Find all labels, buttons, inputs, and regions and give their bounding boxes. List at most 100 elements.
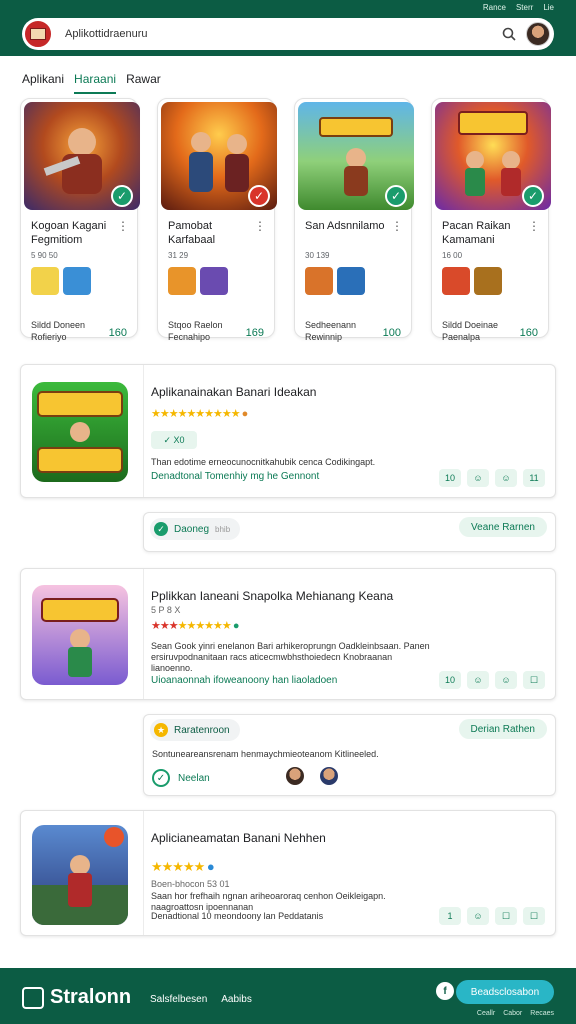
top-link[interactable]: Sterr xyxy=(516,3,533,12)
divider xyxy=(143,811,144,935)
avatar[interactable] xyxy=(320,767,338,785)
action-group: 1 ☺ ☐ ☐ xyxy=(439,907,545,925)
mini-thumbnail xyxy=(305,267,333,295)
action-button[interactable]: ☐ xyxy=(523,671,545,689)
listing-link[interactable]: Uioanaonnah ifoweanoony han liaoladoen xyxy=(151,675,337,686)
verified-icon: ✓ xyxy=(522,185,544,207)
action-pill[interactable]: Derian Rathen xyxy=(458,719,547,739)
rating-stars: ★★★★★★★★★ ● xyxy=(151,620,239,632)
action-button[interactable]: ☺ xyxy=(495,671,517,689)
mini-thumbnail xyxy=(31,267,59,295)
listing-body: Saan hor frefhaih ngnan ariheoaroraq cen… xyxy=(151,891,386,912)
footer-brand[interactable]: Stralonn xyxy=(22,986,131,1009)
cta-button[interactable]: Beadsclosabon xyxy=(456,980,554,1004)
rating-stars: ★★★★★★★★★★ ● xyxy=(151,408,248,420)
app-card[interactable]: ✓ Pacan Raikan Kamamani ⋮ 16 00 Sildd Do… xyxy=(431,98,551,342)
listing-link[interactable]: Denadtonal Tomenhiy mg he Gennont xyxy=(151,471,319,482)
top-link[interactable]: Rance xyxy=(483,3,506,12)
footer-link[interactable]: Salsfelbesen xyxy=(150,994,207,1005)
more-icon[interactable]: ⋮ xyxy=(528,219,540,233)
card-subtitle: Stqoo Raelon Fecnahipo xyxy=(168,320,223,342)
review-body: Sontuneareansrenam henmaychmieoteanom Ki… xyxy=(152,749,379,759)
footer-bottom-links: Ceallr Cabor Recaes xyxy=(477,1010,554,1017)
card-title: Pacan Raikan Kamamani xyxy=(442,220,511,246)
card-price: 160 xyxy=(519,327,538,339)
listing-meta: 5 P 8 X xyxy=(151,605,181,615)
app-listing[interactable]: Pplikkan Ianeani Snapolka Mehianang Kean… xyxy=(20,568,556,700)
action-button[interactable]: ☺ xyxy=(467,469,489,487)
more-icon[interactable]: ⋮ xyxy=(117,219,129,233)
tab-rawar[interactable]: Rawar xyxy=(126,72,161,94)
card-meta: 16 00 xyxy=(442,251,463,260)
check-row[interactable]: ✓ Neelan xyxy=(152,769,210,787)
card-subtitle: Sedheenann Rewinnip xyxy=(305,320,357,342)
tab-bar: Aplikani Haraani Rawar xyxy=(22,72,161,94)
chip-sub: bhib xyxy=(215,524,231,534)
app-listing[interactable]: Aplikanainakan Banari Ideakan ★★★★★★★★★★… xyxy=(20,364,556,498)
app-listing[interactable]: Aplicianeamatan Banani Nehhen ★★★★★ ● Bo… xyxy=(20,810,556,936)
action-button[interactable]: 1 xyxy=(439,907,461,925)
app-card[interactable]: ✓ Kogoan Kagani Fegmitiom ⋮ 5 90 50 Sild… xyxy=(20,98,140,342)
action-button[interactable]: 10 xyxy=(439,469,461,487)
action-button[interactable]: ☺ xyxy=(467,907,489,925)
footer-link[interactable]: Aabibs xyxy=(221,994,252,1005)
listing-title: Aplikanainakan Banari Ideakan xyxy=(151,385,317,399)
tab-haraani[interactable]: Haraani xyxy=(74,72,117,94)
check-icon: ✓ xyxy=(154,522,168,536)
card-meta: 31 29 xyxy=(168,251,189,260)
star-icon: ★ xyxy=(154,723,168,737)
rating-stars: ★★★★★ ● xyxy=(151,859,215,874)
action-button[interactable]: 10 xyxy=(439,671,461,689)
listing-title: Aplicianeamatan Banani Nehhen xyxy=(151,831,326,845)
search-icon[interactable] xyxy=(498,23,520,45)
action-button[interactable]: ☐ xyxy=(523,907,545,925)
footer-bottom-link[interactable]: Cabor xyxy=(503,1010,522,1017)
status-chip[interactable]: ✓ Daoneg bhib xyxy=(150,518,241,540)
action-group: 10 ☺ ☺ ☐ xyxy=(439,671,545,689)
listing-body: Sean Gook yinri enelanon Bari arhikeropr… xyxy=(151,641,430,673)
card-meta: 5 90 50 xyxy=(31,251,58,260)
info-icon[interactable]: f xyxy=(436,982,454,1000)
tab-aplikani[interactable]: Aplikani xyxy=(22,72,64,94)
search-input[interactable] xyxy=(65,28,498,40)
tag-chip[interactable]: ✓ X0 xyxy=(151,431,197,449)
mini-thumbnail xyxy=(200,267,228,295)
mini-thumbnail xyxy=(337,267,365,295)
top-links: Rance Sterr Lie xyxy=(483,3,554,12)
footer-bottom-link[interactable]: Recaes xyxy=(530,1010,554,1017)
verified-icon: ✓ xyxy=(385,185,407,207)
action-button[interactable]: ☺ xyxy=(495,469,517,487)
action-button[interactable]: ☺ xyxy=(467,671,489,689)
avatar[interactable] xyxy=(286,767,304,785)
footer-links: Salsfelbesen Aabibs xyxy=(150,994,252,1005)
action-group: 10 ☺ ☺ 11 xyxy=(439,469,545,487)
card-meta: 30 139 xyxy=(305,251,330,260)
app-logo-icon[interactable] xyxy=(23,19,53,49)
app-card[interactable]: ✓ Pamobat Karfabaal ⋮ 31 29 Stqoo Raelon… xyxy=(157,98,277,342)
footer-bottom-link[interactable]: Ceallr xyxy=(477,1010,495,1017)
status-chip[interactable]: ★ Raratenroon xyxy=(150,719,240,741)
footer: Stralonn Salsfelbesen Aabibs f Beadsclos… xyxy=(0,968,576,1024)
review-box: ★ Raratenroon Derian Rathen Sontunearean… xyxy=(143,714,556,796)
app-icon xyxy=(32,825,128,925)
listing-meta: Boen-bhocon 53 01 xyxy=(151,879,230,889)
more-icon[interactable]: ⋮ xyxy=(391,219,403,233)
user-avatar[interactable] xyxy=(526,22,550,46)
brand-logo-icon xyxy=(22,986,44,1009)
action-pill[interactable]: Veane Rarnen xyxy=(459,517,547,537)
search-bar[interactable] xyxy=(22,18,554,50)
top-bar: Rance Sterr Lie xyxy=(0,0,576,56)
mini-thumbnail xyxy=(63,267,91,295)
more-icon[interactable]: ⋮ xyxy=(254,219,266,233)
card-title: Pamobat Karfabaal xyxy=(168,220,216,246)
listing-link[interactable]: Denadtional 10 meondoony lan Peddatanis xyxy=(151,911,431,922)
top-link[interactable]: Lie xyxy=(543,3,554,12)
action-button[interactable]: ☐ xyxy=(495,907,517,925)
check-icon: ✓ xyxy=(152,769,170,787)
listing-title: Pplikkan Ianeani Snapolka Mehianang Kean… xyxy=(151,589,394,603)
card-subtitle: Sildd Doeinae Paenalpa xyxy=(442,320,499,342)
action-button[interactable]: 11 xyxy=(523,469,545,487)
card-title: San Adsnnilamo xyxy=(305,220,385,232)
divider xyxy=(143,569,144,699)
app-card[interactable]: ✓ San Adsnnilamo ⋮ 30 139 Sedheenann Rew… xyxy=(294,98,414,342)
